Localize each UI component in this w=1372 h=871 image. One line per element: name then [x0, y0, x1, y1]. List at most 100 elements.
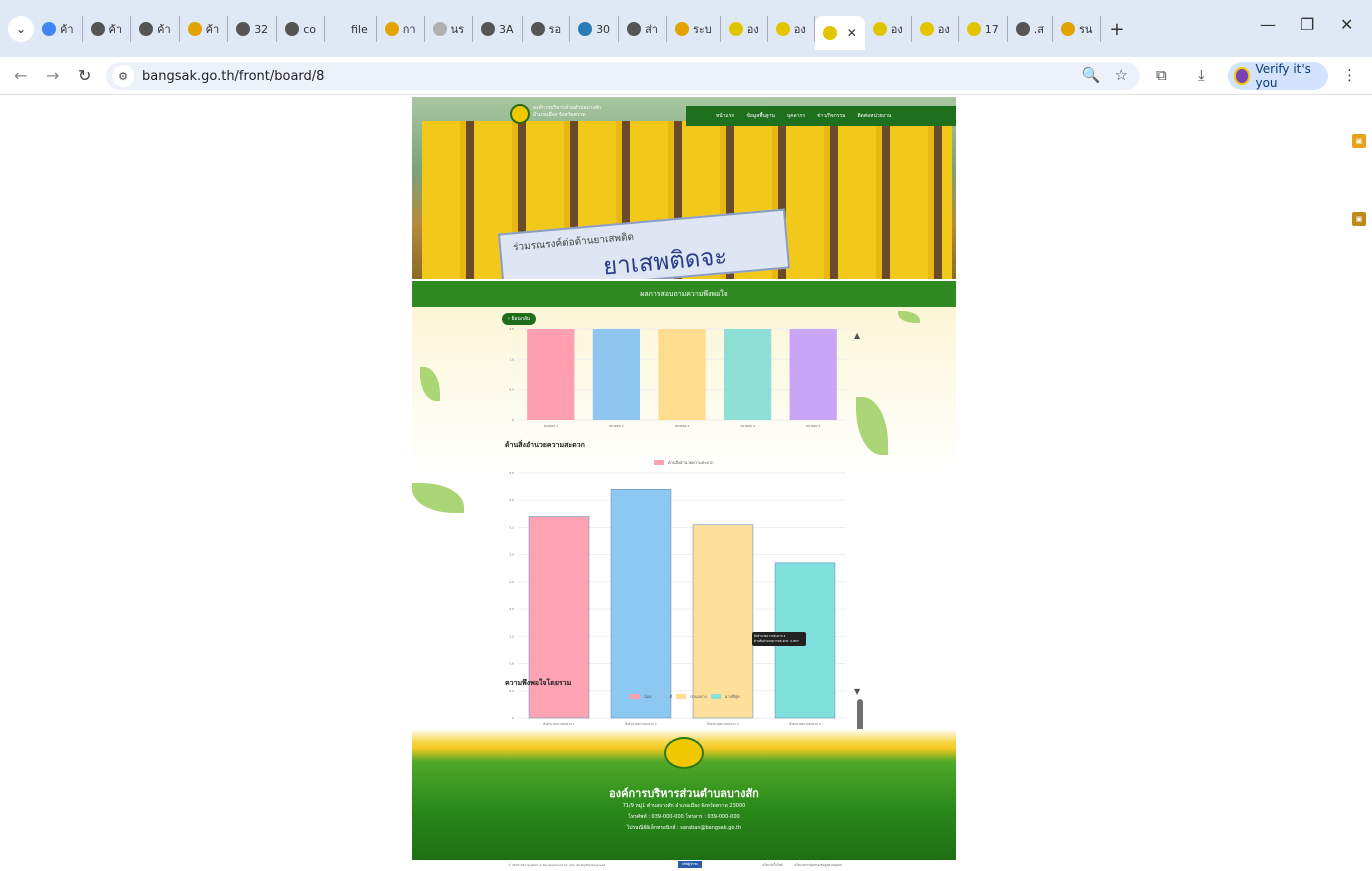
extensions-icon[interactable]: ⧉ — [1156, 66, 1167, 84]
browser-tab[interactable]: อง — [768, 16, 815, 42]
browser-tab[interactable]: ค้า — [131, 16, 180, 42]
restore-icon[interactable]: ❐ — [1300, 15, 1314, 34]
legend-label: มากที่สุด — [724, 694, 740, 699]
bar[interactable] — [610, 489, 672, 719]
bookmark-star-icon[interactable]: ☆ — [1115, 66, 1128, 84]
y-tick-label: 3.5 — [509, 525, 514, 529]
bar[interactable] — [527, 329, 575, 420]
site-info-icon[interactable]: ⚙ — [112, 65, 134, 87]
main-nav: หน้าแรก ข้อมูลพื้นฐาน บุคลากร ข่าว/กิจกรรม ต… — [686, 106, 956, 126]
policy-link[interactable]: นโยบายเว็บไซต์ — [762, 863, 783, 868]
new-tab-icon[interactable]: + — [1101, 19, 1132, 40]
x-tick-label: สิ่งอำนวยความสะดวก 1 — [543, 722, 575, 726]
nav-item[interactable]: บุคลากร — [787, 112, 805, 120]
globe-icon — [90, 22, 105, 36]
side-widget-icon-2[interactable]: ▣ — [1352, 212, 1366, 226]
chart-tooltip: สิ่งอำนวยความสะดวก 4 ด้านสิ่งอำนวยความสะ… — [752, 632, 806, 646]
y-tick-label: 4.5 — [509, 471, 514, 475]
tab-label: นร — [450, 23, 465, 36]
reload-icon[interactable]: ↻ — [78, 66, 91, 85]
url-text[interactable]: bangsak.go.th/front/board/8 — [142, 69, 324, 84]
globe-icon — [1015, 22, 1030, 36]
browser-tab[interactable]: 3A — [473, 16, 523, 42]
privacy-link[interactable]: นโยบายการคุ้มครองข้อมูลส่วนบุคคล — [794, 863, 842, 868]
address-bar[interactable]: ⚙ bangsak.go.th/front/board/8 🔍 ☆ — [106, 62, 1140, 90]
org-logo-icon — [674, 22, 689, 36]
leaf-decoration — [412, 483, 464, 513]
footer-email[interactable]: ไปรษณีย์อิเล็กทรอนิกส์ : saraban@bangsak… — [412, 824, 956, 832]
tooltip-value: ด้านสิ่งอำนวยความสะดวก: 2.857 — [754, 639, 799, 643]
browser-tab[interactable]: ระบ — [667, 16, 721, 42]
org-logo-icon — [919, 22, 934, 36]
browser-tab[interactable]: กา — [377, 16, 425, 42]
nav-item[interactable]: หน้าแรก — [716, 112, 734, 120]
tab-label: 30 — [596, 22, 611, 36]
x-tick-label: สิ่งอำนวยความสะดวก 2 — [625, 722, 657, 726]
tab-label: 3A — [499, 22, 514, 36]
page-bottom-bar: © 2025 Site System & Development Co.,Ltd… — [412, 860, 956, 871]
tab-label: อง — [746, 23, 759, 36]
globe-icon — [481, 22, 496, 36]
footer-address: 71/9 หมู่1 ตำบลบางสัก อำเภอเมือง จังหวัด… — [622, 803, 746, 809]
browser-tab[interactable]: รน — [1053, 16, 1102, 42]
leaf-decoration — [420, 367, 440, 401]
bar[interactable] — [658, 329, 706, 420]
scrollbar-thumb[interactable] — [857, 699, 863, 729]
nav-item[interactable]: ติดต่อหน่วยงาน — [857, 112, 891, 120]
x-tick-label: หมวดหมู่ 2 — [609, 424, 623, 427]
menu-kebab-icon[interactable]: ⋮ — [1342, 66, 1357, 84]
tab-label: .ส — [1033, 23, 1044, 36]
browser-tab[interactable]: ค้า — [180, 16, 229, 42]
tab-label: co — [303, 22, 316, 36]
org-logo-icon — [775, 22, 790, 36]
tab-label: รน — [1078, 23, 1093, 36]
footer-logo — [664, 737, 704, 769]
tab-label: กา — [402, 23, 416, 36]
zoom-icon[interactable]: 🔍 — [1082, 66, 1101, 84]
back-button[interactable]: ‹ ย้อนกลับ — [502, 313, 536, 325]
browser-tab[interactable]: นร — [425, 16, 474, 42]
overall-satisfaction-title: ความพึงพอใจโดยรวม — [505, 679, 572, 687]
browser-tab[interactable]: file — [325, 16, 377, 42]
globe-icon — [139, 22, 154, 36]
close-window-icon[interactable]: ✕ — [1340, 15, 1353, 34]
visitor-counter[interactable]: สถิติผู้เข้าชม — [678, 861, 703, 868]
x-tick-label: หมวดหมู่ 1 — [544, 424, 558, 427]
verify-profile-button[interactable]: Verify it's you — [1228, 62, 1328, 90]
bar[interactable] — [592, 329, 641, 420]
scroll-down-arrow-icon[interactable]: ▼ — [854, 687, 860, 696]
x-tick-label: สิ่งอำนวยความสะดวก 4 — [789, 722, 821, 726]
browser-tab[interactable]: ค้า — [83, 16, 132, 42]
side-widget-icon[interactable]: ▣ — [1352, 134, 1366, 148]
legend-swatch — [676, 694, 687, 699]
nav-item[interactable]: ข้อมูลพื้นฐาน — [746, 112, 774, 120]
tab-search-button[interactable]: ⌄ — [8, 16, 34, 42]
browser-tab[interactable]: .ส — [1008, 16, 1053, 42]
site-logo[interactable] — [510, 104, 530, 124]
browser-tab[interactable]: รอ — [523, 16, 571, 42]
minimize-icon[interactable]: — — [1260, 15, 1276, 34]
tab-label: file — [350, 22, 368, 36]
nav-item[interactable]: ข่าว/กิจกรรม — [817, 112, 845, 120]
scroll-up-arrow-icon[interactable]: ▲ — [854, 331, 860, 340]
close-tab-icon[interactable]: ✕ — [847, 26, 857, 40]
browser-tab[interactable]: อง — [721, 16, 768, 42]
tab-active[interactable]: ✕ — [814, 16, 865, 50]
browser-tab[interactable]: 30 — [570, 16, 620, 42]
forward-arrow-icon[interactable]: → — [46, 66, 59, 85]
browser-tab[interactable]: 32 — [228, 16, 278, 42]
browser-tab[interactable]: ส่า — [619, 16, 667, 42]
browser-tab[interactable]: co — [277, 16, 325, 42]
bar[interactable] — [723, 329, 772, 420]
bar[interactable] — [692, 524, 754, 719]
bar[interactable] — [789, 329, 837, 420]
browser-tab[interactable]: อง — [912, 16, 959, 42]
globe-icon — [530, 22, 545, 36]
section-title-bar: ผลการสอบถามความพึงพอใจ — [412, 281, 956, 307]
download-icon[interactable]: ⤓ — [1198, 66, 1205, 84]
browser-tab[interactable]: 17 — [959, 16, 1008, 42]
browser-tab[interactable]: อง — [865, 16, 912, 42]
back-arrow-icon[interactable]: ← — [14, 66, 27, 85]
browser-tab[interactable]: ค้า — [34, 16, 83, 42]
y-tick-label: 2.0 — [509, 607, 514, 611]
